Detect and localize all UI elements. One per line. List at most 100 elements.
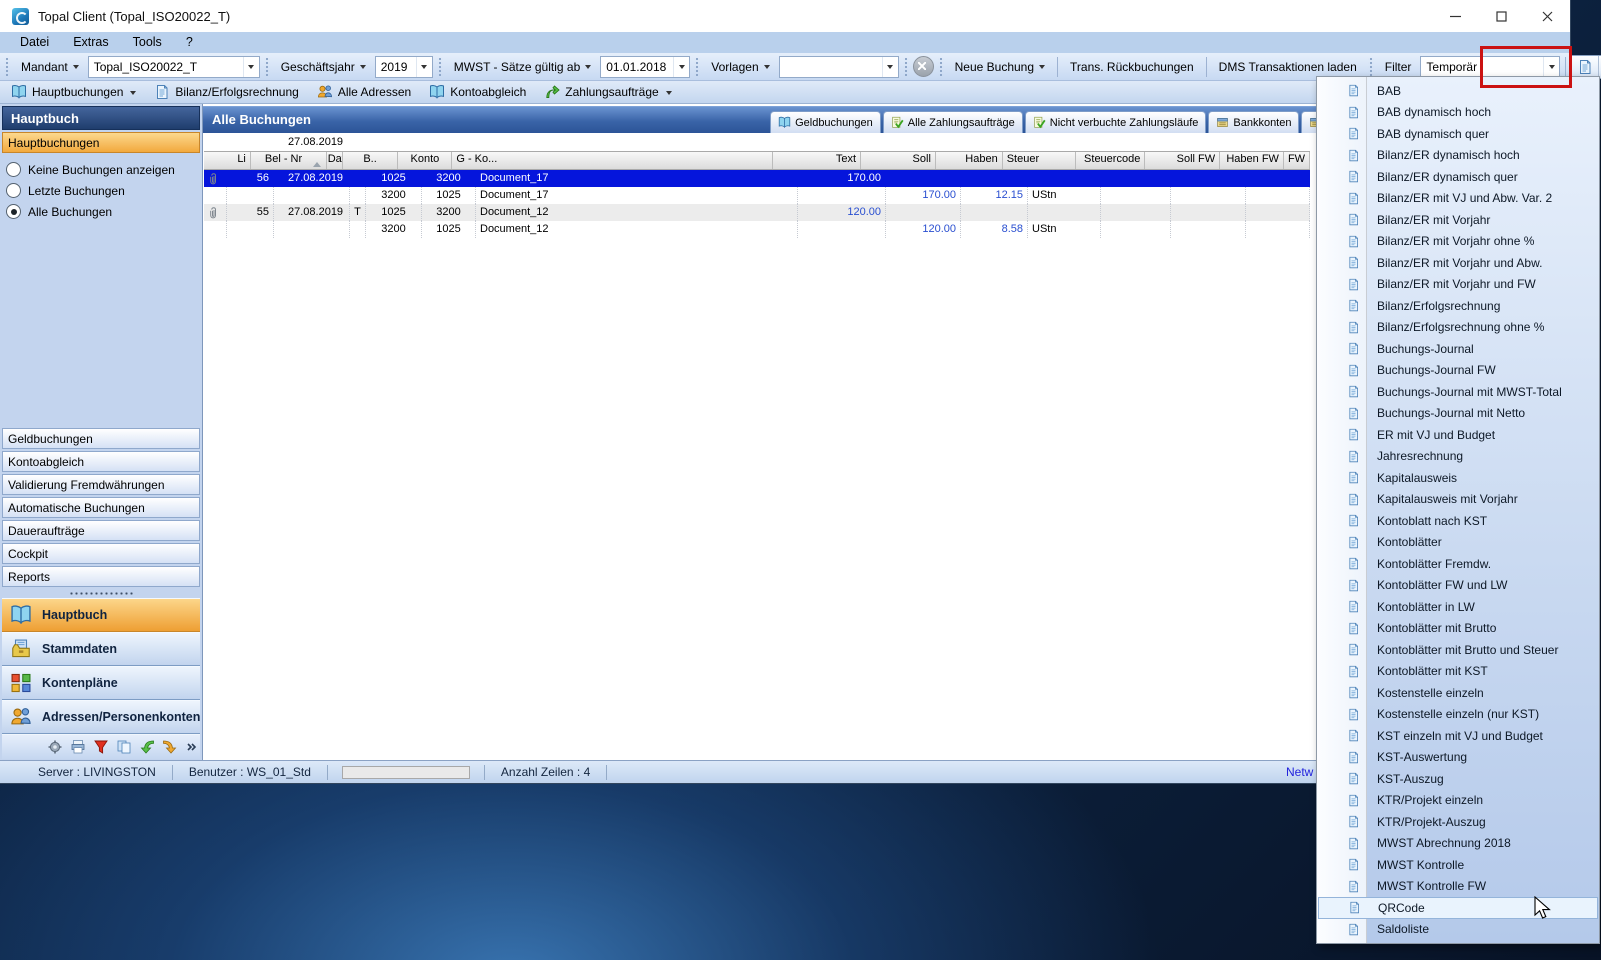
report-menu-item[interactable]: KTR/Projekt einzeln: [1317, 790, 1599, 812]
table-row[interactable]: 3200 1025 Document_12 120.00 8.58 UStn: [204, 221, 1310, 238]
sidebar-tool-button[interactable]: [46, 738, 64, 756]
column-header[interactable]: Text: [773, 152, 861, 169]
view-button[interactable]: Alle Adressen: [310, 81, 418, 103]
menu-item[interactable]: Tools: [121, 32, 174, 53]
mandant-button[interactable]: Mandant: [14, 56, 86, 78]
mandant-combobox[interactable]: Topal_ISO20022_T: [88, 56, 260, 78]
sidebar-tool-button[interactable]: [138, 738, 156, 756]
toolbar-grip[interactable]: [694, 58, 700, 76]
open-report-button[interactable]: [1572, 56, 1598, 78]
sidebar-nav-item[interactable]: Stammdaten: [2, 632, 200, 666]
geschaeftsjahr-button[interactable]: Geschäftsjahr: [274, 56, 373, 78]
report-menu-item[interactable]: Kontoblätter mit Brutto: [1317, 618, 1599, 640]
mwst-combobox[interactable]: 01.01.2018: [600, 56, 690, 78]
mwst-button[interactable]: MWST - Sätze gültig ab: [447, 56, 599, 78]
toolbar-grip[interactable]: [938, 58, 944, 76]
report-menu-item[interactable]: Buchungs-Journal FW: [1317, 360, 1599, 382]
report-menu-item[interactable]: Saldoliste: [1317, 919, 1599, 941]
report-menu-item[interactable]: Kontoblätter in LW: [1317, 596, 1599, 618]
report-menu-item[interactable]: Bilanz/ER dynamisch hoch: [1317, 145, 1599, 167]
report-menu-item[interactable]: QRCode: [1318, 897, 1598, 919]
report-menu-item[interactable]: BAB dynamisch quer: [1317, 123, 1599, 145]
report-menu-item[interactable]: Bilanz/ER mit Vorjahr und Abw.: [1317, 252, 1599, 274]
column-header[interactable]: G - Ko...: [452, 152, 773, 169]
report-menu-item[interactable]: KST-Auszug: [1317, 768, 1599, 790]
sidebar-tool-button[interactable]: [115, 738, 133, 756]
menu-item[interactable]: ?: [174, 32, 205, 53]
table-row[interactable]: 55 27.08.2019 T 1025 3200 Document_12 12…: [204, 204, 1310, 221]
toolbar-grip[interactable]: [437, 58, 443, 76]
report-menu-item[interactable]: Buchungs-Journal mit Netto: [1317, 403, 1599, 425]
column-header[interactable]: Bel - Nr: [251, 152, 327, 169]
dms-transaktionen-button[interactable]: DMS Transaktionen laden: [1212, 56, 1364, 78]
sidebar-tool-button[interactable]: [161, 738, 179, 756]
minimize-button[interactable]: [1432, 0, 1478, 32]
geschaeftsjahr-dropdown-arrow[interactable]: [416, 57, 432, 77]
radio-option[interactable]: Keine Buchungen anzeigen: [6, 159, 200, 180]
menu-item[interactable]: Datei: [8, 32, 61, 53]
sidebar-splitter[interactable]: [2, 589, 200, 598]
column-header[interactable]: B..: [343, 152, 399, 169]
title-bar[interactable]: Topal Client (Topal_ISO20022_T): [0, 0, 1570, 32]
sidebar-button[interactable]: Kontoabgleich: [2, 451, 200, 472]
radio-option[interactable]: Letzte Buchungen: [6, 180, 200, 201]
view-button[interactable]: Hauptbuchungen: [4, 81, 143, 103]
report-menu-item[interactable]: Bilanz/ER mit Vorjahr und FW: [1317, 274, 1599, 296]
column-header[interactable]: Haben: [936, 152, 1003, 169]
column-header[interactable]: Datum: [327, 152, 343, 169]
vorlagen-dropdown-arrow[interactable]: [882, 57, 898, 77]
column-header[interactable]: Soll FW: [1145, 152, 1220, 169]
report-menu-item[interactable]: Bilanz/ER mit Vorjahr ohne %: [1317, 231, 1599, 253]
report-menu-item[interactable]: KST-Auswertung: [1317, 747, 1599, 769]
report-menu-item[interactable]: MWST Kontrolle FW: [1317, 876, 1599, 898]
report-menu-item[interactable]: Bilanz/ER mit VJ und Abw. Var. 2: [1317, 188, 1599, 210]
report-menu-item[interactable]: MWST Kontrolle: [1317, 854, 1599, 876]
report-menu-item[interactable]: Kontoblätter mit KST: [1317, 661, 1599, 683]
report-menu-item[interactable]: Kapitalausweis mit Vorjahr: [1317, 489, 1599, 511]
sidebar-button[interactable]: Geldbuchungen: [2, 428, 200, 449]
vorlagen-combobox[interactable]: [779, 56, 899, 78]
report-menu-item[interactable]: KTR/Projekt-Auszug: [1317, 811, 1599, 833]
report-menu-item[interactable]: Kontoblätter Fremdw.: [1317, 553, 1599, 575]
report-menu-item[interactable]: Kontoblätter FW und LW: [1317, 575, 1599, 597]
table-row[interactable]: 56 27.08.2019 1025 3200 Document_17 170.…: [204, 170, 1310, 187]
close-button[interactable]: [1524, 0, 1570, 32]
report-menu-item[interactable]: Kontoblatt nach KST: [1317, 510, 1599, 532]
report-menu-item[interactable]: Kontoblätter: [1317, 532, 1599, 554]
report-menu-item[interactable]: MWST Abrechnung 2018: [1317, 833, 1599, 855]
view-button[interactable]: Kontoabgleich: [422, 81, 533, 103]
report-menu-item[interactable]: KST einzeln mit VJ und Budget: [1317, 725, 1599, 747]
report-menu-item[interactable]: Bilanz/ER dynamisch quer: [1317, 166, 1599, 188]
mwst-dropdown-arrow[interactable]: [673, 57, 689, 77]
clear-selection-button[interactable]: [913, 56, 934, 77]
toolbar-grip[interactable]: [903, 58, 909, 76]
toolbar-grip[interactable]: [4, 58, 10, 76]
vorlagen-button[interactable]: Vorlagen: [704, 56, 776, 78]
report-menu-item[interactable]: Bilanz/ER mit Vorjahr: [1317, 209, 1599, 231]
more-buttons-chevron[interactable]: [184, 738, 200, 756]
trans-rueckbuchungen-button[interactable]: Trans. Rückbuchungen: [1063, 56, 1201, 78]
view-button[interactable]: Zahlungsaufträge: [537, 81, 678, 103]
tab[interactable]: Bankkonten: [1208, 111, 1299, 133]
sidebar-button[interactable]: Validierung Fremdwährungen: [2, 474, 200, 495]
column-header[interactable]: Konto: [398, 152, 452, 169]
neue-buchung-button[interactable]: Neue Buchung: [948, 56, 1052, 78]
geschaeftsjahr-combobox[interactable]: 2019: [375, 56, 433, 78]
report-menu-item[interactable]: Kostenstelle einzeln (nur KST): [1317, 704, 1599, 726]
maximize-button[interactable]: [1478, 0, 1524, 32]
tab[interactable]: Nicht verbuchte Zahlungsläufe: [1025, 111, 1207, 133]
report-menu-item[interactable]: Kapitalausweis: [1317, 467, 1599, 489]
table-row[interactable]: 3200 1025 Document_17 170.00 12.15 UStn: [204, 187, 1310, 204]
toolbar-grip[interactable]: [264, 58, 270, 76]
mandant-dropdown-arrow[interactable]: [243, 57, 259, 77]
sidebar-button[interactable]: Automatische Buchungen: [2, 497, 200, 518]
group-date-row[interactable]: 27.08.2019: [204, 134, 1310, 151]
report-menu-item[interactable]: ER mit VJ und Budget: [1317, 424, 1599, 446]
sidebar-group-hauptbuchungen[interactable]: Hauptbuchungen: [2, 132, 200, 153]
report-menu-item[interactable]: Bilanz/Erfolgsrechnung: [1317, 295, 1599, 317]
tab[interactable]: Alle Zahlungsaufträge: [883, 111, 1023, 133]
sidebar-nav-item[interactable]: Adressen/Personenkonten: [2, 700, 200, 734]
sidebar-button[interactable]: Daueraufträge: [2, 520, 200, 541]
sidebar-tool-button[interactable]: [92, 738, 110, 756]
column-header[interactable]: Steuercode: [1076, 152, 1146, 169]
